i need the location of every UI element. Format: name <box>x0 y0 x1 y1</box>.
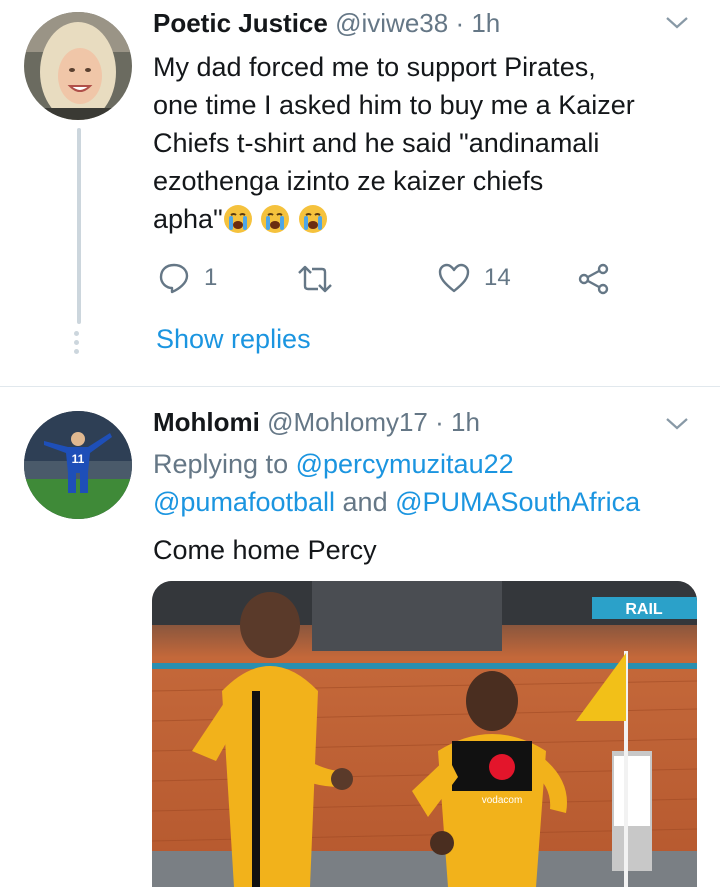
avatar-mohlomi[interactable]: 11 <box>24 411 132 519</box>
reply-count: 1 <box>204 264 218 291</box>
crying-face-icon <box>261 205 290 233</box>
like-button[interactable]: 14 <box>438 263 511 293</box>
show-replies-link[interactable]: Show replies <box>156 324 311 355</box>
mention-link[interactable]: @percymuzitau22 <box>296 449 514 479</box>
and-word: and <box>342 487 388 517</box>
tweet-line: My dad forced me to support Pirates, <box>153 52 596 82</box>
stadium-photo: RAIL vodacom <box>152 581 697 887</box>
tweet-line: apha" <box>153 204 223 234</box>
sponsor-text: vodacom <box>482 795 523 806</box>
heart-icon <box>438 263 470 293</box>
emoji-group <box>223 204 328 244</box>
thread-dots <box>74 331 79 358</box>
tweet-text: Come home Percy <box>153 535 377 565</box>
tweet-text: My dad forced me to support Pirates, one… <box>153 48 635 244</box>
share-icon <box>578 263 609 295</box>
banner-text: RAIL <box>625 601 663 618</box>
avatar-image <box>24 12 132 120</box>
retweet-icon <box>298 265 332 293</box>
tweet-media-photo[interactable]: RAIL vodacom <box>152 581 697 887</box>
tweet-line: ezothenga izinto ze kaizer chiefs <box>153 166 544 196</box>
tweet-line: Chiefs t-shirt and he said "andinamali <box>153 128 600 158</box>
replying-prefix: Replying to <box>153 449 289 479</box>
timestamp[interactable]: 1h <box>451 407 480 437</box>
display-name[interactable]: Poetic Justice <box>153 8 328 38</box>
tweet-header: Poetic Justice @iviwe38 · 1h <box>153 8 500 39</box>
jersey-number: 11 <box>72 452 85 466</box>
thread-line <box>77 128 81 324</box>
separator: · <box>435 407 444 437</box>
crying-face-icon <box>298 205 327 233</box>
handle[interactable]: @iviwe38 <box>335 8 448 38</box>
mention-link[interactable]: @PUMASouthAfrica <box>395 487 640 517</box>
replying-to-continued: @pumafootball and @PUMASouthAfrica <box>153 487 640 518</box>
avatar-image: 11 <box>24 411 132 519</box>
reply-button[interactable]: 1 <box>158 262 217 294</box>
avatar-poetic-justice[interactable] <box>24 12 132 120</box>
tweet-header: Mohlomi @Mohlomy17 · 1h <box>153 407 480 438</box>
tweet-poetic-justice[interactable]: Poetic Justice @iviwe38 · 1h My dad forc… <box>0 0 720 386</box>
chevron-down-icon[interactable] <box>664 415 690 433</box>
reply-icon <box>159 263 189 294</box>
like-count: 14 <box>484 264 511 291</box>
separator: · <box>455 8 465 38</box>
replying-to: Replying to @percymuzitau22 <box>153 449 514 480</box>
chevron-down-icon[interactable] <box>664 14 690 32</box>
share-button[interactable] <box>578 263 624 295</box>
display-name[interactable]: Mohlomi <box>153 407 260 437</box>
retweet-button[interactable] <box>296 264 348 294</box>
mention-link[interactable]: @pumafootball <box>153 487 335 517</box>
handle[interactable]: @Mohlomy17 <box>267 407 428 437</box>
timestamp[interactable]: 1h <box>471 8 500 38</box>
crying-face-icon <box>223 205 252 233</box>
tweet-line: one time I asked him to buy me a Kaizer <box>153 90 635 120</box>
